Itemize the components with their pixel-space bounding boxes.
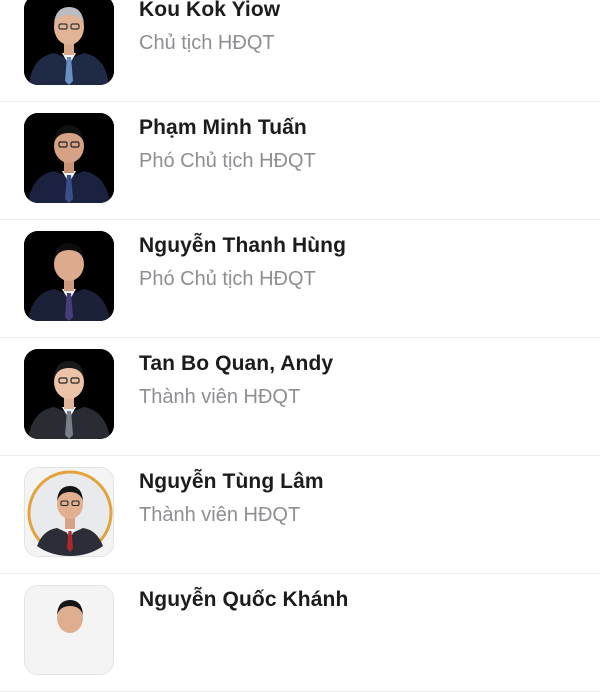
member-title: Chủ tịch HĐQT: [139, 32, 275, 54]
member-avatar: [24, 113, 114, 203]
member-row[interactable]: Nguyễn Tùng Lâm Thành viên HĐQT: [0, 456, 600, 574]
portrait-icon: [24, 0, 114, 85]
member-name: Nguyễn Thanh Hùng: [139, 234, 347, 257]
portrait-icon: [25, 586, 113, 674]
member-avatar: [24, 349, 114, 439]
member-title: Phó Chủ tịch HĐQT: [139, 268, 316, 290]
member-name: Nguyễn Tùng Lâm: [139, 470, 324, 493]
member-name: Kou Kok Yiow: [139, 0, 281, 21]
member-title: Phó Chủ tịch HĐQT: [139, 150, 316, 172]
member-avatar: [24, 585, 114, 675]
member-row[interactable]: Nguyễn Thanh Hùng Phó Chủ tịch HĐQT: [0, 220, 600, 338]
portrait-icon: [24, 349, 114, 439]
member-name: Nguyễn Quốc Khánh: [139, 588, 349, 611]
member-avatar: [24, 467, 114, 557]
member-name: Tan Bo Quan, Andy: [139, 352, 334, 375]
member-title: Thành viên HĐQT: [139, 504, 301, 526]
member-avatar: [24, 0, 114, 85]
portrait-icon: [24, 113, 114, 203]
member-title: Thành viên HĐQT: [139, 386, 301, 408]
member-avatar: [24, 231, 114, 321]
member-row[interactable]: Kou Kok Yiow Chủ tịch HĐQT: [0, 0, 600, 102]
member-name: Phạm Minh Tuấn: [139, 116, 307, 139]
member-row[interactable]: Tan Bo Quan, Andy Thành viên HĐQT: [0, 338, 600, 456]
portrait-icon: [24, 231, 114, 321]
board-members-list: Kou Kok Yiow Chủ tịch HĐQT Phạm Minh Tuấ…: [0, 0, 600, 692]
member-row[interactable]: Nguyễn Quốc Khánh: [0, 574, 600, 692]
portrait-icon: [25, 468, 113, 556]
member-row[interactable]: Phạm Minh Tuấn Phó Chủ tịch HĐQT: [0, 102, 600, 220]
